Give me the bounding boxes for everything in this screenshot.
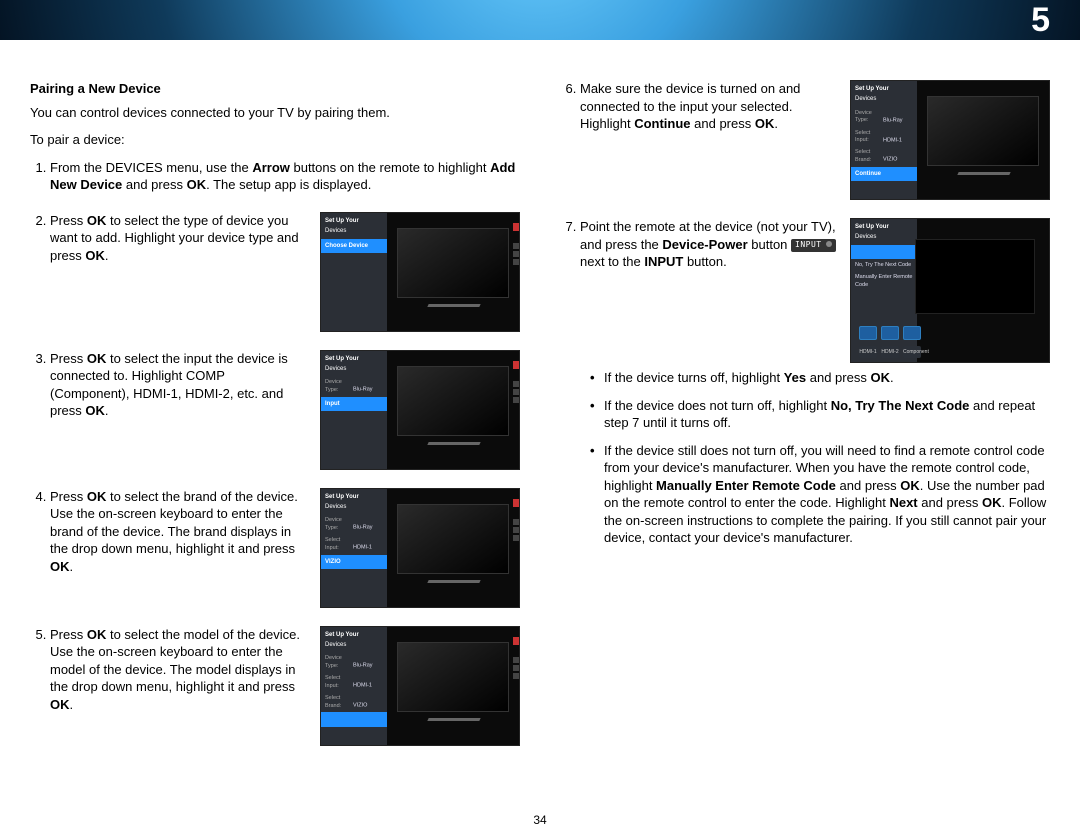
step-7-bullet-a: If the device turns off, highlight Yes a… [594,369,1050,387]
step-7-bullet-c: If the device still does not turn off, y… [594,442,1050,547]
screenshot-step-5: Set Up Your Devices Device Type:Blu-Ray … [320,626,520,746]
chapter-header-bar: 5 [0,0,1080,40]
step-4: Press OK to select the brand of the devi… [50,488,520,608]
step-1: From the DEVICES menu, use the Arrow but… [50,159,520,194]
step-2: Press OK to select the type of device yo… [50,212,520,332]
step-6: Make sure the device is turned on and co… [580,80,1050,200]
section-title: Pairing a New Device [30,80,520,98]
page-content: Pairing a New Device You can control dev… [0,60,1080,834]
screenshot-step-6: Set Up Your Devices Device Type:Blu-Ray … [850,80,1050,200]
input-chip-icon: INPUT [791,239,836,252]
step-7: Point the remote at the device (not your… [580,218,1050,547]
left-column: Pairing a New Device You can control dev… [30,80,520,764]
right-column: Make sure the device is turned on and co… [560,80,1050,764]
step-3: Press OK to select the input the device … [50,350,520,470]
chapter-number: 5 [1031,0,1050,40]
screenshot-step-3: Set Up Your Devices Device Type:Blu-Ray … [320,350,520,470]
intro-text-2: To pair a device: [30,131,520,149]
page-number: 34 [0,812,1080,828]
screenshot-step-4: Set Up Your Devices Device Type:Blu-Ray … [320,488,520,608]
step-5: Press OK to select the model of the devi… [50,626,520,746]
screenshot-step-2: Set Up Your Devices Choose Device [320,212,520,332]
intro-text-1: You can control devices connected to you… [30,104,520,122]
screenshot-step-7: Set Up Your Devices No, Try The Next Cod… [850,218,1050,363]
step-7-bullet-b: If the device does not turn off, highlig… [594,397,1050,432]
